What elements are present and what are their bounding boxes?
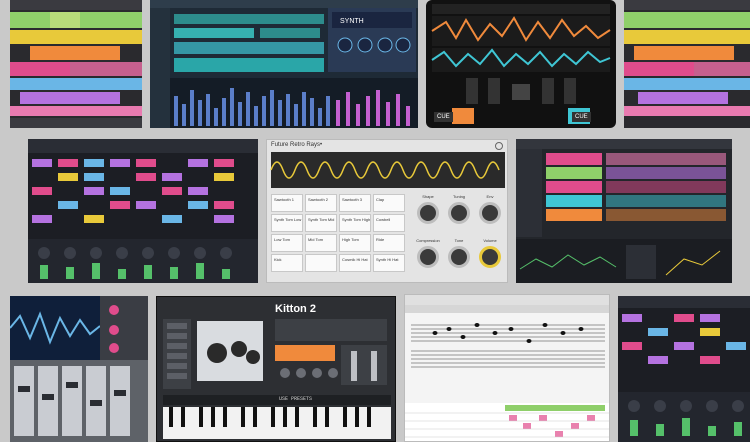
drum-pad[interactable]: Low Tom — [271, 234, 303, 252]
cue-button-left[interactable]: CUE — [434, 112, 453, 122]
cue-button-right[interactable]: CUE — [572, 112, 591, 122]
plugin-title: Future Retro Rays• — [271, 142, 323, 148]
drum-pad-label: Synth Tom Low — [274, 217, 302, 222]
knob-dial[interactable] — [417, 202, 439, 224]
knob-dial[interactable] — [479, 202, 501, 224]
knob-section: Shape Tuning Env Compression Tone Volume — [413, 194, 505, 280]
daw-arrangement-screenshot-1[interactable] — [10, 0, 142, 128]
clip-launcher-screenshot[interactable] — [28, 139, 258, 283]
drum-pad-label: Ride — [376, 237, 385, 242]
pad-grid: Sawtooth 1 Sawtooth 2 Sawtooth 3 Clap Synth … — [271, 194, 409, 280]
drum-pad-label: Clap — [376, 197, 385, 202]
clip-launcher-screenshot-2[interactable] — [618, 296, 750, 442]
kitton-drum-plugin[interactable]: Kitton 2 USE PRESETS — [156, 296, 396, 442]
knob[interactable]: Tone — [444, 238, 474, 278]
drum-pad[interactable]: High Tom — [339, 234, 371, 252]
knob-dial[interactable] — [417, 246, 439, 268]
drum-pad-label: Sawtooth 3 — [342, 197, 363, 202]
hardware-mixer-photo — [10, 296, 148, 442]
knob-dial[interactable] — [448, 246, 470, 268]
knob[interactable]: Tuning — [444, 194, 474, 234]
knob[interactable]: Env — [475, 194, 505, 234]
drum-pad[interactable]: Cowbell — [373, 214, 405, 232]
daw-synth-screenshot[interactable]: SYNTH — [150, 0, 418, 128]
knob[interactable]: Shape — [413, 194, 443, 234]
clip-grid-graphic — [28, 139, 258, 283]
knob-label: Tone — [454, 238, 464, 243]
mixer-graphic — [10, 296, 148, 436]
drum-pad-label: Cowbell — [376, 217, 391, 222]
kitton-graphic — [163, 319, 391, 439]
knob-dial[interactable] — [479, 246, 501, 268]
knob[interactable]: Compression — [413, 238, 443, 278]
drum-pad[interactable]: Clap — [373, 194, 405, 212]
drum-pad-label: Synth Tom Mid — [308, 217, 335, 222]
drum-pad-label: Kick — [274, 257, 282, 262]
clip-grid-graphic-2 — [618, 296, 750, 442]
drum-pad[interactable]: Kick — [271, 254, 303, 272]
knob-label: Compression — [416, 238, 440, 243]
knob[interactable]: Volume — [475, 238, 505, 278]
knob-label: Tuning — [452, 194, 466, 199]
drum-pad-label: Sawtooth 1 — [274, 197, 295, 202]
notation-editor-screenshot[interactable] — [404, 294, 610, 442]
daw-mixer-screenshot[interactable] — [516, 139, 732, 283]
drum-pad[interactable]: Synth Tom Mid — [305, 214, 337, 232]
drum-pad-label: Synth Hi Hat — [376, 257, 399, 262]
knob-label: Env — [486, 194, 494, 199]
drum-pad[interactable]: Mid Tom — [305, 234, 337, 252]
daw-arrangement-screenshot-2[interactable] — [624, 0, 750, 128]
drum-pad-label: Cosmik Hi Hat — [342, 257, 368, 262]
waveform-display — [270, 152, 505, 188]
knob-label: Shape — [422, 194, 434, 199]
drum-pad-label: Synth Tom High — [342, 217, 371, 222]
use-presets-button[interactable]: USE PRESETS — [279, 396, 312, 402]
drum-pad[interactable]: Synth Tom Low — [271, 214, 303, 232]
drum-pad-label: Mid Tom — [308, 237, 324, 242]
daw-mixer-graphic — [516, 139, 732, 283]
arrangement-graphic-2 — [624, 0, 750, 116]
knob-label: Volume — [483, 238, 497, 243]
notation-graphic — [405, 295, 609, 441]
drum-machine-plugin[interactable]: Future Retro Rays• Sawtooth 1 Sawtooth 2S… — [266, 139, 508, 283]
drum-pad[interactable] — [305, 254, 337, 272]
drum-pad[interactable]: Synth Hi Hat — [373, 254, 405, 272]
drum-pad[interactable]: Ride — [373, 234, 405, 252]
drum-pad[interactable]: Sawtooth 1 — [271, 194, 303, 212]
drum-pad-label: Low Tom — [274, 237, 290, 242]
drum-pad[interactable]: Sawtooth 2 — [305, 194, 337, 212]
drum-pad[interactable]: Synth Tom High — [339, 214, 371, 232]
svg-text:SYNTH: SYNTH — [340, 18, 364, 25]
dj-waveform-graphic — [431, 4, 611, 124]
daw-synth-graphic: SYNTH — [150, 0, 418, 128]
settings-icon[interactable] — [495, 142, 503, 150]
drum-pad-label: Sawtooth 2 — [308, 197, 329, 202]
dj-tablet-screenshot[interactable]: CUE CUE — [426, 0, 616, 128]
drum-pad[interactable]: Sawtooth 3 — [339, 194, 371, 212]
drum-pad[interactable]: Cosmik Hi Hat — [339, 254, 371, 272]
drum-pad-label: High Tom — [342, 237, 359, 242]
arrangement-graphic — [10, 0, 142, 128]
knob-dial[interactable] — [448, 202, 470, 224]
